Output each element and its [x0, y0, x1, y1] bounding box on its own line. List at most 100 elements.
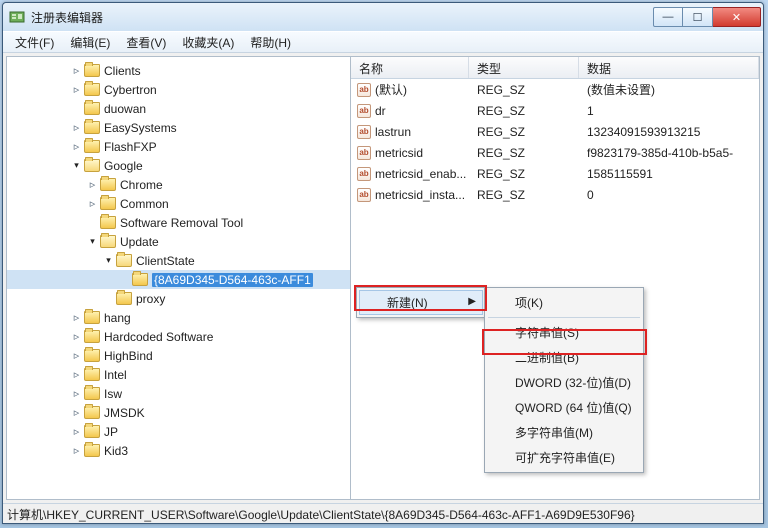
tree-item[interactable]: ▹Intel [7, 365, 350, 384]
menu-file[interactable]: 文件(F) [7, 32, 62, 53]
ctx-key[interactable]: 项(K) [487, 290, 641, 315]
expand-icon[interactable]: ▹ [71, 369, 82, 380]
tree-item[interactable]: ▹Chrome [7, 175, 350, 194]
ctx-qword[interactable]: QWORD (64 位)值(Q) [487, 395, 641, 420]
menu-help[interactable]: 帮助(H) [242, 32, 299, 53]
tree-item[interactable]: ▾ Update [7, 232, 350, 251]
submenu-arrow-icon: ▶ [468, 296, 476, 307]
tree-item[interactable]: ▹EasySystems [7, 118, 350, 137]
collapse-icon[interactable]: ▾ [103, 255, 114, 266]
value-type: REG_SZ [469, 83, 579, 97]
value-name: dr [375, 104, 386, 118]
regedit-window: 注册表编辑器 — ☐ ✕ 文件(F) 编辑(E) 查看(V) 收藏夹(A) 帮助… [2, 2, 764, 524]
expand-icon[interactable]: ▹ [87, 179, 98, 190]
tree-item[interactable]: ▹ Cybertron [7, 80, 350, 99]
list-row[interactable]: abmetricsid_insta...REG_SZ0 [351, 184, 759, 205]
ctx-new[interactable]: 新建(N) ▶ [359, 290, 483, 315]
context-submenu[interactable]: 项(K) 字符串值(S) 二进制值(B) DWORD (32-位)值(D) QW… [484, 287, 644, 473]
tree-item[interactable]: ▹JMSDK [7, 403, 350, 422]
tree-item[interactable]: {8A69D345-D564-463c-AFF1 [7, 270, 350, 289]
folder-icon [100, 197, 116, 210]
value-type: REG_SZ [469, 125, 579, 139]
ctx-multi[interactable]: 多字符串值(M) [487, 420, 641, 445]
value-data: 1585115591 [579, 167, 759, 181]
value-type: REG_SZ [469, 188, 579, 202]
tree-item[interactable]: ▹HighBind [7, 346, 350, 365]
maximize-button[interactable]: ☐ [683, 7, 713, 27]
tree-item[interactable]: Software Removal Tool [7, 213, 350, 232]
tree-item[interactable]: ▹Hardcoded Software [7, 327, 350, 346]
tree-item[interactable]: ▹ Kid3 [7, 441, 350, 460]
expand-icon[interactable]: ▹ [87, 198, 98, 209]
expand-icon[interactable]: ▹ [71, 84, 82, 95]
ctx-expand[interactable]: 可扩充字符串值(E) [487, 445, 641, 470]
string-value-icon: ab [357, 83, 371, 97]
collapse-icon[interactable]: ▾ [71, 160, 82, 171]
tree-item[interactable]: ▹FlashFXP [7, 137, 350, 156]
list-body[interactable]: ab(默认)REG_SZ(数值未设置)abdrREG_SZ1ablastrunR… [351, 79, 759, 205]
list-row[interactable]: abdrREG_SZ1 [351, 100, 759, 121]
ctx-binary[interactable]: 二进制值(B) [487, 345, 641, 370]
tree-item[interactable]: ▹JP [7, 422, 350, 441]
ctx-dword[interactable]: DWORD (32-位)值(D) [487, 370, 641, 395]
titlebar[interactable]: 注册表编辑器 — ☐ ✕ [3, 3, 763, 31]
close-button[interactable]: ✕ [713, 7, 761, 27]
tree-item[interactable]: duowan [7, 99, 350, 118]
col-type-header[interactable]: 类型 [469, 57, 579, 78]
value-data: 13234091593913215 [579, 125, 759, 139]
tree-item-label: Kid3 [104, 444, 128, 458]
list-row[interactable]: abmetricsidREG_SZf9823179-385d-410b-b5a5… [351, 142, 759, 163]
col-name-header[interactable]: 名称 [351, 57, 469, 78]
string-value-icon: ab [357, 146, 371, 160]
expand-icon[interactable]: ▹ [71, 141, 82, 152]
ctx-string[interactable]: 字符串值(S) [487, 320, 641, 345]
expand-icon[interactable]: ▹ [71, 407, 82, 418]
value-type: REG_SZ [469, 167, 579, 181]
tree-item[interactable]: ▾ Google [7, 156, 350, 175]
expand-icon[interactable]: ▹ [71, 331, 82, 342]
window-title: 注册表编辑器 [31, 9, 653, 26]
tree-item[interactable]: ▹Clients [7, 61, 350, 80]
string-value-icon: ab [357, 167, 371, 181]
ctx-separator [488, 317, 640, 318]
context-menu[interactable]: 新建(N) ▶ [356, 287, 486, 318]
list-row[interactable]: abmetricsid_enab...REG_SZ1585115591 [351, 163, 759, 184]
expand-icon[interactable]: ▹ [71, 445, 82, 456]
menu-edit[interactable]: 编辑(E) [62, 32, 118, 53]
folder-icon [84, 83, 100, 96]
tree-item[interactable]: ▹Isw [7, 384, 350, 403]
tree-item[interactable]: ▹hang [7, 308, 350, 327]
tree-item-label: Cybertron [104, 83, 157, 97]
list-row[interactable]: ablastrunREG_SZ13234091593913215 [351, 121, 759, 142]
no-expand [71, 103, 82, 114]
expand-icon[interactable]: ▹ [71, 65, 82, 76]
string-value-icon: ab [357, 125, 371, 139]
tree-item[interactable]: ▹Common [7, 194, 350, 213]
tree-item-label: Update [120, 235, 159, 249]
menu-favorites[interactable]: 收藏夹(A) [174, 32, 242, 53]
value-data: (数值未设置) [579, 81, 759, 98]
tree-item[interactable]: proxy [7, 289, 350, 308]
list-row[interactable]: ab(默认)REG_SZ(数值未设置) [351, 79, 759, 100]
menu-view[interactable]: 查看(V) [118, 32, 174, 53]
folder-icon [84, 349, 100, 362]
expand-icon[interactable]: ▹ [71, 388, 82, 399]
expand-icon[interactable]: ▹ [71, 122, 82, 133]
folder-icon [100, 235, 116, 248]
expand-icon[interactable]: ▹ [71, 312, 82, 323]
tree-item[interactable]: ▾ClientState [7, 251, 350, 270]
ctx-new-label: 新建(N) [387, 296, 428, 310]
expand-icon[interactable]: ▹ [71, 350, 82, 361]
minimize-button[interactable]: — [653, 7, 683, 27]
window-buttons: — ☐ ✕ [653, 7, 761, 27]
col-data-header[interactable]: 数据 [579, 57, 759, 78]
tree-item-label: Google [104, 159, 143, 173]
folder-icon [84, 311, 100, 324]
value-data: f9823179-385d-410b-b5a5- [579, 146, 759, 160]
collapse-icon[interactable]: ▾ [87, 236, 98, 247]
value-data: 0 [579, 188, 759, 202]
value-name: metricsid [375, 146, 423, 160]
tree-pane[interactable]: ▹Clients▹Cybertronduowan▹EasySystems▹Fla… [7, 57, 351, 499]
folder-icon [84, 121, 100, 134]
expand-icon[interactable]: ▹ [71, 426, 82, 437]
